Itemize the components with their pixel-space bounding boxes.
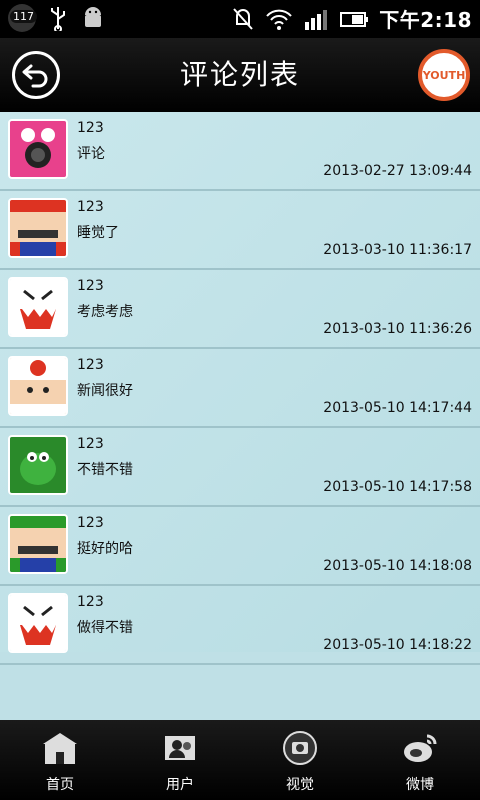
avatar (8, 514, 68, 574)
home-icon (43, 733, 77, 764)
silent-icon (233, 7, 253, 30)
comment-time: 2013-03-10 11:36:26 (323, 321, 472, 337)
avatar (8, 277, 68, 337)
mario-avatar (10, 200, 66, 256)
page-title: 评论列表 (179, 58, 300, 91)
android-icon (85, 7, 101, 27)
boo-avatar (10, 595, 66, 651)
comment-user: 123 (77, 436, 104, 452)
comment-text: 睡觉了 (77, 225, 119, 241)
comment-time: 2013-05-10 14:17:58 (323, 479, 472, 495)
comment-time: 2013-05-10 14:18:22 (323, 637, 472, 653)
comment-time: 2013-02-27 13:09:44 (323, 163, 472, 179)
comment-time: 2013-03-10 11:36:17 (323, 242, 472, 258)
avatar (8, 593, 68, 653)
comment-text: 新闻很好 (77, 383, 133, 399)
notification-count: 117 (10, 10, 37, 23)
tab-label: 视觉 (286, 777, 314, 793)
comment-user: 123 (77, 357, 104, 373)
bottom-nav: 首页 用户 视觉 微博 (0, 720, 480, 800)
comment-text: 做得不错 (77, 620, 133, 636)
tab-weibo[interactable]: 微博 (360, 720, 480, 800)
pink-mushroom-avatar (10, 121, 66, 177)
tab-home[interactable]: 首页 (0, 720, 120, 800)
youth-logo[interactable]: YOUTH (418, 49, 470, 101)
comment-item[interactable]: 123 睡觉了 2013-03-10 11:36:17 (0, 191, 480, 270)
avatar (8, 119, 68, 179)
tab-label: 微博 (406, 777, 434, 793)
comment-time: 2013-05-10 14:17:44 (323, 400, 472, 416)
comment-user: 123 (77, 199, 104, 215)
comment-user: 123 (77, 120, 104, 136)
tab-visual[interactable]: 视觉 (240, 720, 360, 800)
tab-label: 首页 (46, 777, 74, 793)
toad-avatar (10, 358, 66, 414)
comment-time: 2013-05-10 14:18:08 (323, 558, 472, 574)
signal-icon (305, 9, 328, 30)
wifi-icon (266, 9, 292, 30)
comment-item[interactable]: 123 评论 2013-02-27 13:09:44 (0, 112, 480, 191)
comment-user: 123 (77, 594, 104, 610)
comment-text: 挺好的哈 (77, 541, 133, 557)
clock: 下午2:18 (379, 8, 472, 32)
tab-users[interactable]: 用户 (120, 720, 240, 800)
weibo-icon (404, 734, 437, 762)
comment-text: 考虑考虑 (77, 304, 133, 320)
comment-item[interactable]: 123 新闻很好 2013-05-10 14:17:44 (0, 349, 480, 428)
comment-item[interactable]: 123 做得不错 2013-05-10 14:18:22 (0, 586, 480, 665)
comment-item[interactable]: 123 考虑考虑 2013-03-10 11:36:26 (0, 270, 480, 349)
avatar (8, 356, 68, 416)
notification-icon: 117 (8, 4, 37, 32)
comment-item[interactable]: 123 挺好的哈 2013-05-10 14:18:08 (0, 507, 480, 586)
yoshi-avatar (10, 437, 66, 493)
comment-list[interactable]: 123 评论 2013-02-27 13:09:44 123 睡觉了 2013-… (0, 112, 480, 665)
users-icon (165, 736, 195, 760)
comment-item[interactable]: 123 不错不错 2013-05-10 14:17:58 (0, 428, 480, 507)
comment-text: 不错不错 (77, 462, 133, 478)
comment-user: 123 (77, 278, 104, 294)
logo-text: YOUTH (422, 68, 466, 82)
comment-user: 123 (77, 515, 104, 531)
avatar (8, 435, 68, 495)
luigi-avatar (10, 516, 66, 572)
header-bar: 评论列表 YOUTH (0, 38, 480, 112)
comment-text: 评论 (77, 146, 105, 162)
battery-icon (340, 11, 369, 27)
usb-icon (51, 7, 65, 31)
boo-avatar (10, 279, 66, 335)
status-bar: 117 下午2:18 (0, 0, 480, 38)
tab-label: 用户 (166, 777, 194, 793)
camera-icon (283, 731, 317, 765)
avatar (8, 198, 68, 258)
